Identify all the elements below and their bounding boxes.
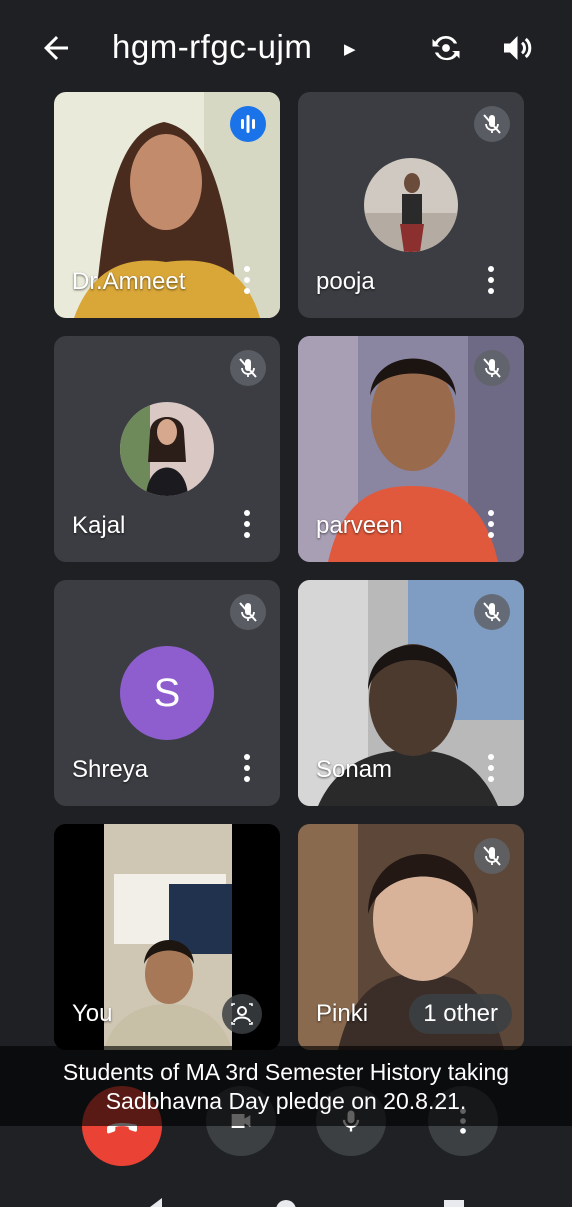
more-options-icon[interactable] bbox=[238, 504, 256, 544]
top-bar: hgm-rfgc-ujm ▶ bbox=[0, 0, 572, 95]
back-arrow-icon[interactable] bbox=[38, 30, 74, 66]
participant-tile-pinki[interactable]: Pinki 1 other bbox=[298, 824, 524, 1050]
switch-camera-icon[interactable] bbox=[428, 30, 464, 66]
participant-tile-you[interactable]: You bbox=[54, 824, 280, 1050]
participant-tile-sonam[interactable]: Sonam bbox=[298, 580, 524, 806]
mic-off-icon bbox=[474, 106, 510, 142]
camera-effects-icon[interactable] bbox=[222, 994, 262, 1034]
caption-text: Students of MA 3rd Semester History taki… bbox=[0, 1058, 572, 1116]
speaker-icon[interactable] bbox=[498, 30, 534, 66]
more-options-icon[interactable] bbox=[482, 260, 500, 300]
more-options-icon[interactable] bbox=[238, 748, 256, 788]
participant-name: Kajal bbox=[72, 512, 126, 539]
caption-line-1: Students of MA 3rd Semester History taki… bbox=[62, 1059, 510, 1085]
participant-name: Dr.Amneet bbox=[72, 268, 186, 295]
participant-tile-kajal[interactable]: Kajal bbox=[54, 336, 280, 562]
participant-name: Shreya bbox=[72, 756, 149, 783]
system-navigation-bar bbox=[150, 1198, 464, 1207]
meeting-code[interactable]: hgm-rfgc-ujm bbox=[112, 28, 312, 66]
nav-back-icon bbox=[150, 1198, 162, 1207]
more-options-icon[interactable] bbox=[482, 504, 500, 544]
participant-name: Sonam bbox=[316, 756, 393, 783]
caret-right-icon[interactable]: ▶ bbox=[344, 40, 356, 58]
speaking-indicator-icon bbox=[230, 106, 266, 142]
participant-name: pooja bbox=[316, 268, 375, 295]
avatar bbox=[364, 158, 458, 252]
avatar bbox=[120, 402, 214, 496]
mic-off-icon bbox=[230, 594, 266, 630]
nav-recents-icon bbox=[444, 1200, 464, 1207]
more-options-icon[interactable] bbox=[238, 260, 256, 300]
mic-off-icon bbox=[474, 838, 510, 874]
participant-tile-pooja[interactable]: pooja bbox=[298, 92, 524, 318]
participant-name: parveen bbox=[316, 512, 403, 539]
mic-off-icon bbox=[474, 594, 510, 630]
mic-off-icon bbox=[474, 350, 510, 386]
participant-tile-shreya[interactable]: S Shreya bbox=[54, 580, 280, 806]
mic-off-icon bbox=[230, 350, 266, 386]
avatar-initial: S bbox=[120, 646, 214, 740]
caption-line-2: Sadbhavna Day pledge on 20.8.21. bbox=[105, 1088, 467, 1114]
more-options-icon[interactable] bbox=[482, 748, 500, 788]
participant-tile-parveen[interactable]: parveen bbox=[298, 336, 524, 562]
participant-name: You bbox=[72, 1000, 113, 1027]
others-badge[interactable]: 1 other bbox=[409, 994, 512, 1034]
nav-home-icon bbox=[276, 1200, 296, 1207]
participant-tile-dr-amneet[interactable]: Dr.Amneet bbox=[54, 92, 280, 318]
participant-name: Pinki bbox=[316, 1000, 369, 1027]
